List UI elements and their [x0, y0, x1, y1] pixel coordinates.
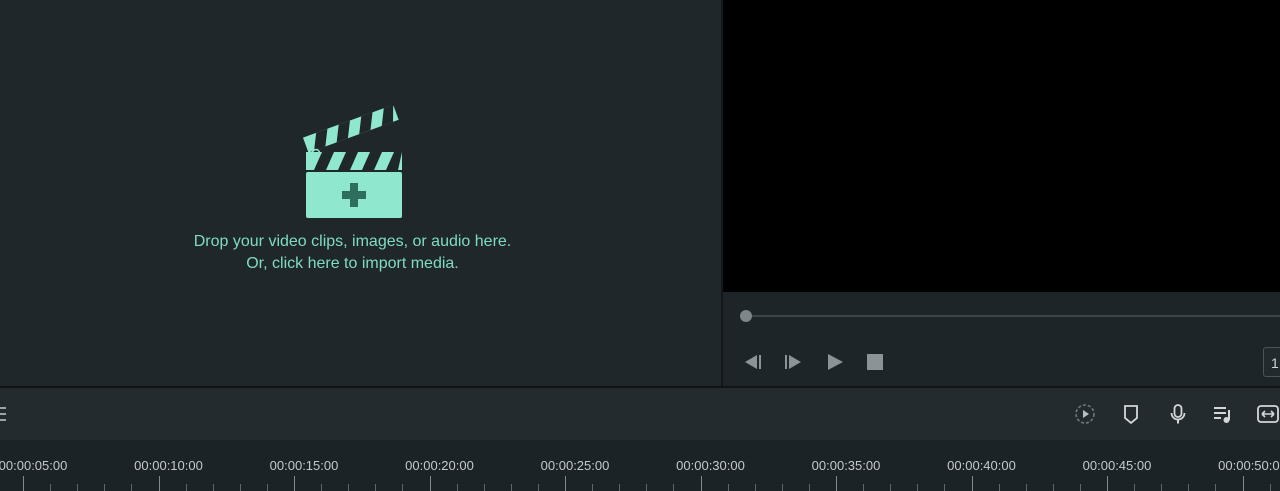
ruler-minor-tick [321, 484, 323, 491]
menu-icon[interactable] [0, 402, 8, 426]
timecode-label: 00:00:05:00 [0, 458, 68, 473]
ruler-minor-tick [673, 484, 675, 491]
ruler-minor-tick [77, 484, 79, 491]
ruler-minor-tick [185, 484, 187, 491]
ruler-major-tick [294, 476, 295, 491]
timecode-label: 00:00:50:00 [1218, 458, 1280, 473]
ruler-minor-tick [592, 484, 594, 491]
ruler-minor-tick [1269, 484, 1271, 491]
ruler-minor-tick [890, 484, 892, 491]
ruler-major-tick [429, 476, 431, 491]
next-frame-button[interactable] [781, 350, 805, 374]
ruler-minor-tick [808, 484, 810, 491]
ruler-major-tick [971, 476, 973, 491]
play-icon [828, 354, 843, 370]
ruler-minor-tick [754, 484, 756, 491]
zoom-level-select[interactable]: 1 [1263, 347, 1280, 377]
timecode-label: 00:00:35:00 [811, 458, 881, 473]
ruler-minor-tick [863, 484, 865, 491]
playback-scrubber-track[interactable] [745, 315, 1280, 317]
ruler-minor-tick [348, 484, 350, 491]
preview-panel: 1 [723, 0, 1280, 386]
timecode-label: 00:00:25:00 [540, 458, 610, 473]
ruler-major-tick [700, 476, 702, 491]
ruler-major-tick [836, 476, 837, 491]
marker-button[interactable] [1119, 402, 1143, 426]
play-button[interactable] [823, 350, 847, 374]
ruler-major-tick [565, 476, 566, 491]
drop-media-hint[interactable]: Drop your video clips, images, or audio … [0, 231, 705, 275]
step-forward-icon [785, 355, 801, 369]
stop-icon [867, 354, 883, 370]
ruler-major-tick [158, 476, 160, 491]
microphone-icon [1170, 404, 1186, 424]
ruler-major-tick [1242, 476, 1244, 491]
timeline-ruler[interactable]: 00:00:05:00 00:00:10:00 00:00:15:00 00:00:2… [0, 440, 1280, 491]
ruler-minor-tick [266, 484, 268, 491]
ruler-minor-tick [1052, 484, 1054, 491]
ruler-minor-tick [944, 484, 946, 491]
ruler-minor-tick [131, 484, 133, 491]
ruler-minor-tick [998, 484, 1000, 491]
ruler-minor-tick [239, 484, 241, 491]
preview-screen [723, 0, 1280, 292]
timecode-label: 00:00:45:00 [1082, 458, 1152, 473]
timecode-label: 00:00:20:00 [405, 458, 474, 473]
ruler-minor-tick [646, 484, 648, 491]
timecode-label: 00:00:15:00 [269, 458, 339, 473]
marker-icon [1124, 405, 1138, 425]
render-preview-icon [1075, 404, 1095, 424]
ruler-minor-tick [537, 484, 539, 491]
ruler-minor-tick [1215, 484, 1217, 491]
audio-mixer-button[interactable] [1211, 402, 1235, 426]
music-list-icon [1214, 407, 1230, 423]
ruler-minor-tick [917, 484, 919, 491]
timecode-label: 00:00:40:00 [947, 458, 1016, 473]
clapperboard-add-icon[interactable] [300, 106, 410, 222]
ruler-major-tick [23, 476, 24, 491]
stop-button[interactable] [863, 350, 887, 374]
ruler-minor-tick [1161, 484, 1163, 491]
playback-scrubber-handle[interactable] [740, 310, 752, 322]
ruler-minor-tick [375, 484, 377, 491]
ruler-major-tick [1107, 476, 1108, 491]
ruler-minor-tick [727, 484, 729, 491]
step-back-icon [745, 355, 761, 369]
ruler-minor-tick [212, 484, 214, 491]
fit-timeline-button[interactable] [1256, 402, 1280, 426]
drop-hint-line-2[interactable]: Or, click here to import media. [0, 253, 705, 275]
ruler-minor-tick [456, 484, 458, 491]
media-library-panel[interactable]: Drop your video clips, images, or audio … [0, 0, 721, 386]
ruler-minor-tick [1188, 484, 1190, 491]
ruler-minor-tick [1079, 484, 1081, 491]
ruler-minor-tick [619, 484, 621, 491]
ruler-minor-tick [402, 484, 404, 491]
timeline-toolbar [0, 388, 1280, 440]
ruler-minor-tick [1025, 484, 1027, 491]
ruler-minor-tick [781, 484, 783, 491]
ruler-minor-tick [1134, 484, 1136, 491]
drop-hint-line-1: Drop your video clips, images, or audio … [193, 233, 512, 250]
prev-frame-button[interactable] [741, 350, 765, 374]
timecode-label: 00:00:30:00 [676, 458, 745, 473]
timecode-label: 00:00:10:00 [134, 458, 203, 473]
ruler-minor-tick [50, 484, 52, 491]
ruler-minor-tick [483, 484, 485, 491]
ruler-minor-tick [510, 484, 512, 491]
voiceover-button[interactable] [1166, 402, 1190, 426]
ruler-minor-tick [104, 484, 106, 491]
fit-width-icon [1257, 405, 1279, 423]
render-preview-button[interactable] [1073, 402, 1097, 426]
